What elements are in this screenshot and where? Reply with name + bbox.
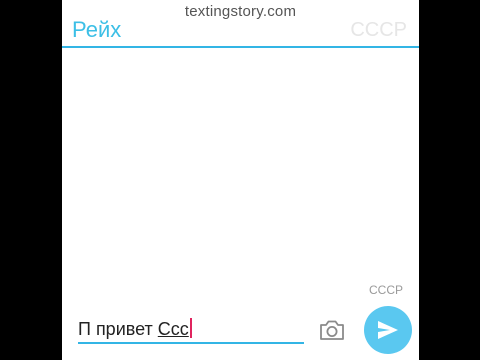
send-icon	[378, 321, 398, 339]
contact-name[interactable]: Рейх	[72, 17, 121, 43]
input-underline	[78, 342, 304, 344]
sender-label[interactable]: СССР	[369, 283, 403, 297]
camera-icon	[320, 320, 344, 340]
camera-button[interactable]	[318, 318, 346, 342]
phone-screen: Рейх СССР textingstory.com СССР П привет…	[62, 0, 419, 360]
message-input[interactable]: П привет Ссс	[78, 318, 304, 344]
input-text-main: П привет	[78, 319, 158, 339]
header-sender-label[interactable]: СССР	[350, 19, 407, 42]
input-text-composing: Ссс	[157, 319, 189, 339]
watermark: textingstory.com	[184, 3, 297, 20]
message-input-text[interactable]: П привет Ссс	[78, 318, 304, 340]
send-button[interactable]	[364, 306, 412, 354]
message-list	[62, 48, 419, 280]
text-cursor	[189, 318, 192, 338]
